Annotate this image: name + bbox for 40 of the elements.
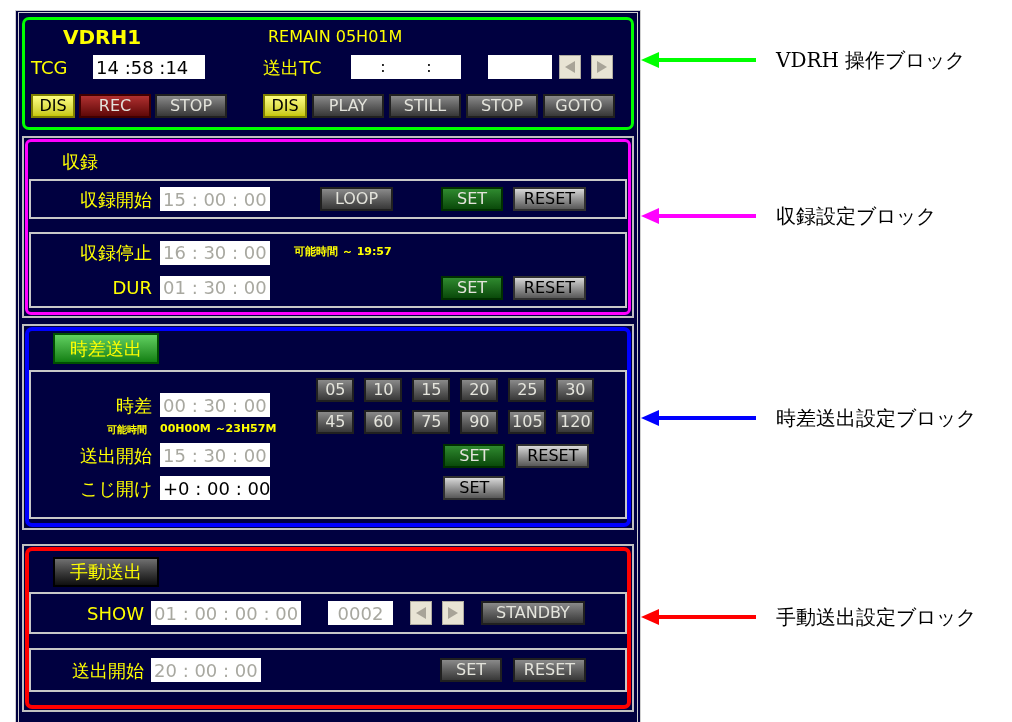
- remain-text: REMAIN 05H01M: [268, 26, 403, 48]
- right-triangle-icon: [597, 61, 607, 73]
- tcg-label: TCG: [31, 55, 69, 80]
- send-tc-label: 送出TC: [263, 55, 323, 80]
- input-field[interactable]: [488, 55, 552, 79]
- right-triangle-icon: [448, 607, 458, 619]
- record-control-button[interactable]: DIS: [31, 94, 75, 118]
- right-arrow-button[interactable]: [591, 55, 613, 79]
- available-time-note: 可能時間 ～ 19:57: [294, 244, 392, 261]
- available-range-text: 00H00M ～23H57M: [160, 420, 277, 437]
- block-caption: 手動送出設定ブロック: [776, 604, 976, 631]
- tcg-field[interactable]: 14 :58 :14: [93, 55, 205, 79]
- reset-button[interactable]: RESET: [516, 444, 590, 468]
- field-label: 収録開始: [79, 187, 152, 212]
- field-label: 収録停止: [79, 241, 152, 265]
- section-tab[interactable]: 時差送出: [53, 333, 159, 364]
- left-arrow-button[interactable]: [410, 601, 432, 625]
- set-button[interactable]: SET: [443, 476, 506, 500]
- field-label: 送出開始: [79, 443, 152, 468]
- field-label: SHOW: [86, 601, 144, 626]
- field-label: こじ開け: [79, 476, 152, 501]
- field-label: 可能時間: [106, 422, 148, 437]
- device-title: VDRH1: [63, 24, 143, 51]
- reset-button[interactable]: RESET: [513, 187, 586, 211]
- section-title: 収録: [62, 150, 99, 174]
- section-tab[interactable]: 手動送出: [53, 557, 159, 587]
- left-triangle-icon: [565, 61, 575, 73]
- field-label: 時差: [115, 393, 152, 418]
- reset-button[interactable]: RESET: [513, 275, 586, 300]
- play-control-button[interactable]: DIS: [263, 94, 307, 118]
- send-tc-field[interactable]: : :: [351, 55, 461, 79]
- offset-field[interactable]: +0 : 00 : 00: [160, 476, 270, 500]
- field-label: 送出開始: [71, 658, 144, 683]
- block-caption: 時差送出設定ブロック: [776, 405, 976, 432]
- right-arrow-button[interactable]: [442, 601, 464, 625]
- block-caption: 収録設定ブロック: [776, 203, 936, 230]
- left-arrow-button[interactable]: [559, 55, 581, 79]
- field-label: DUR: [111, 276, 152, 300]
- block-caption: VDRH 操作ブロック: [776, 47, 966, 74]
- left-triangle-icon: [416, 607, 426, 619]
